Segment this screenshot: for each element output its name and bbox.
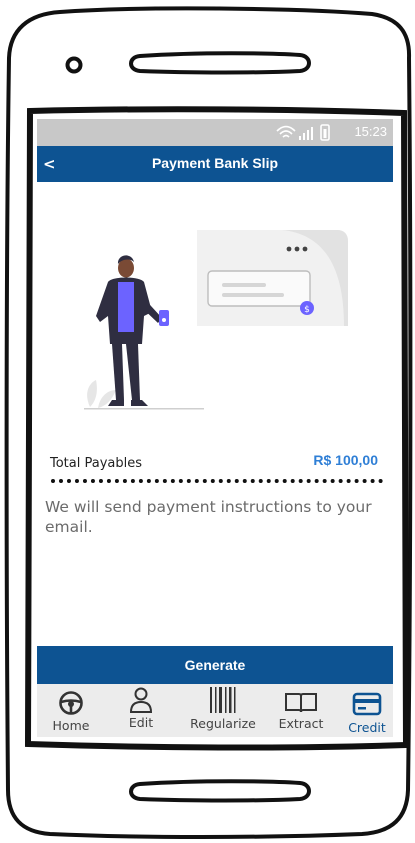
signal-icon (299, 127, 313, 140)
nav-item-credit[interactable]: Credit (341, 684, 393, 737)
nav-label-edit: Edit (128, 715, 154, 730)
speaker-slot (129, 51, 311, 75)
nav-item-edit[interactable]: Edit (117, 684, 165, 737)
bottom-nav: Home Edit Regularize Extract Credit (37, 684, 393, 737)
person-illustration (96, 255, 169, 406)
svg-text:$: $ (304, 305, 310, 315)
camera-icon (65, 56, 83, 74)
status-time: 15:23 (354, 124, 387, 139)
battery-icon (320, 124, 330, 141)
instructions-text: We will send payment instructions to you… (45, 498, 372, 536)
status-bar: 15:23 (37, 119, 393, 146)
page-title: Payment Bank Slip (151, 155, 279, 171)
book-icon (285, 693, 317, 713)
nav-label-credit: Credit (348, 720, 386, 735)
nav-label-home: Home (52, 718, 90, 733)
nav-label-regularize: Regularize (190, 716, 256, 731)
totals-row: Total Payables R$ 100,00 (50, 452, 380, 472)
more-options-icon (286, 246, 308, 252)
payment-illustration: $ (84, 230, 348, 410)
credit-card-icon (352, 692, 382, 716)
status-icons (276, 124, 330, 141)
nav-item-regularize[interactable]: Regularize (183, 684, 263, 737)
wifi-icon (276, 125, 296, 138)
nav-item-extract[interactable]: Extract (273, 684, 329, 737)
home-button (129, 779, 311, 803)
totals-label: Total Payables (50, 456, 143, 471)
user-icon (129, 687, 153, 713)
steering-wheel-icon (59, 691, 83, 715)
dotted-divider (51, 479, 383, 483)
generate-button[interactable]: Generate (37, 646, 393, 684)
barcode-icon (210, 687, 236, 713)
app-header: < Payment Bank Slip (37, 146, 393, 182)
app-screen: 15:23 < Payment Bank Slip $ Total Payabl… (37, 119, 393, 737)
totals-value: R$ 100,00 (313, 452, 378, 468)
nav-item-home[interactable]: Home (45, 684, 97, 737)
nav-label-extract: Extract (278, 716, 324, 731)
coin-icon: $ (300, 301, 314, 315)
